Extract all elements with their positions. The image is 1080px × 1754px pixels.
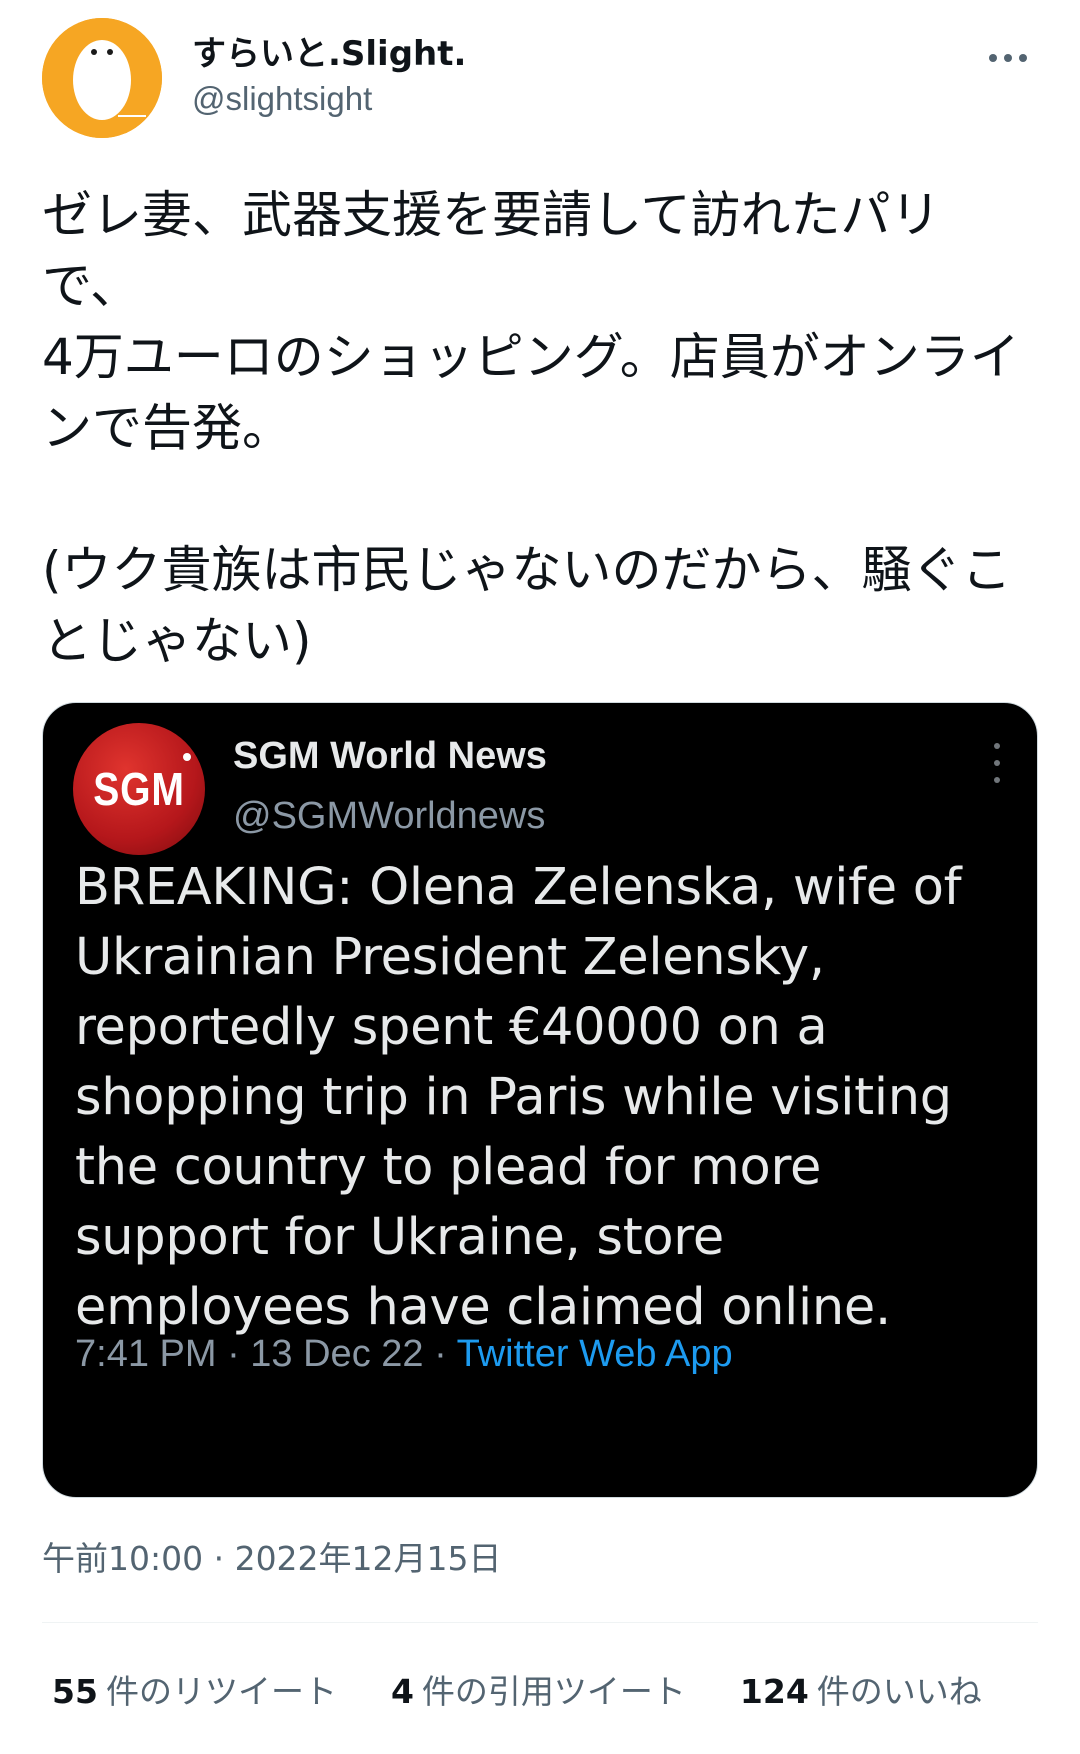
embedded-tweet-text: BREAKING: Olena Zelenska, wife of Ukrain…: [75, 858, 962, 1337]
author-avatar[interactable]: [42, 18, 162, 138]
author-handle[interactable]: @slightsight: [192, 80, 372, 118]
embedded-source: Twitter Web App: [456, 1333, 733, 1375]
embedded-author-name: SGM World News: [233, 735, 547, 777]
embedded-time: 7:41 PM · 13 Dec 22 ·: [75, 1333, 457, 1375]
quotes-stat[interactable]: 4 件の引用ツイート: [391, 1665, 686, 1713]
likes-label: 件のいいね: [816, 1672, 982, 1711]
more-button[interactable]: [978, 38, 1038, 78]
divider: [42, 1622, 1038, 1623]
tweet-text: ゼレ妻、武器支援を要請して訪れたパリで、 4万ユーロのショッピング。店員がオンラ…: [42, 186, 1020, 670]
sgm-logo: SGM: [73, 723, 205, 855]
embedded-tweet-image[interactable]: SGM SGM World News @SGMWorldnews BREAKIN…: [42, 702, 1038, 1498]
quotes-count: 4: [390, 1672, 414, 1711]
author-name[interactable]: すらいと.Slight.: [192, 26, 466, 75]
engagement-stats: 55 件のリツイート 4 件の引用ツイート 124 件のいいね: [52, 1665, 1036, 1713]
retweets-label: 件のリツイート: [105, 1672, 337, 1711]
likes-count: 124: [739, 1672, 809, 1711]
more-vertical-icon: [987, 743, 1007, 783]
retweets-count: 55: [52, 1672, 98, 1711]
tweet-timestamp[interactable]: 午前10:00 · 2022年12月15日: [42, 1532, 502, 1580]
logo-dot: [183, 753, 191, 761]
quotes-label: 件の引用ツイート: [421, 1672, 686, 1711]
likes-stat[interactable]: 124 件のいいね: [740, 1665, 982, 1713]
egg-avatar-icon: [42, 18, 162, 138]
tweet-header: すらいと.Slight. @slightsight: [42, 18, 1038, 138]
sgm-logo-text: SGM: [93, 763, 185, 815]
retweets-stat[interactable]: 55 件のリツイート: [52, 1665, 337, 1713]
more-horizontal-icon: [989, 54, 1027, 62]
embedded-author-handle: @SGMWorldnews: [233, 795, 546, 837]
embedded-meta: 7:41 PM · 13 Dec 22 · Twitter Web App: [75, 1333, 733, 1376]
